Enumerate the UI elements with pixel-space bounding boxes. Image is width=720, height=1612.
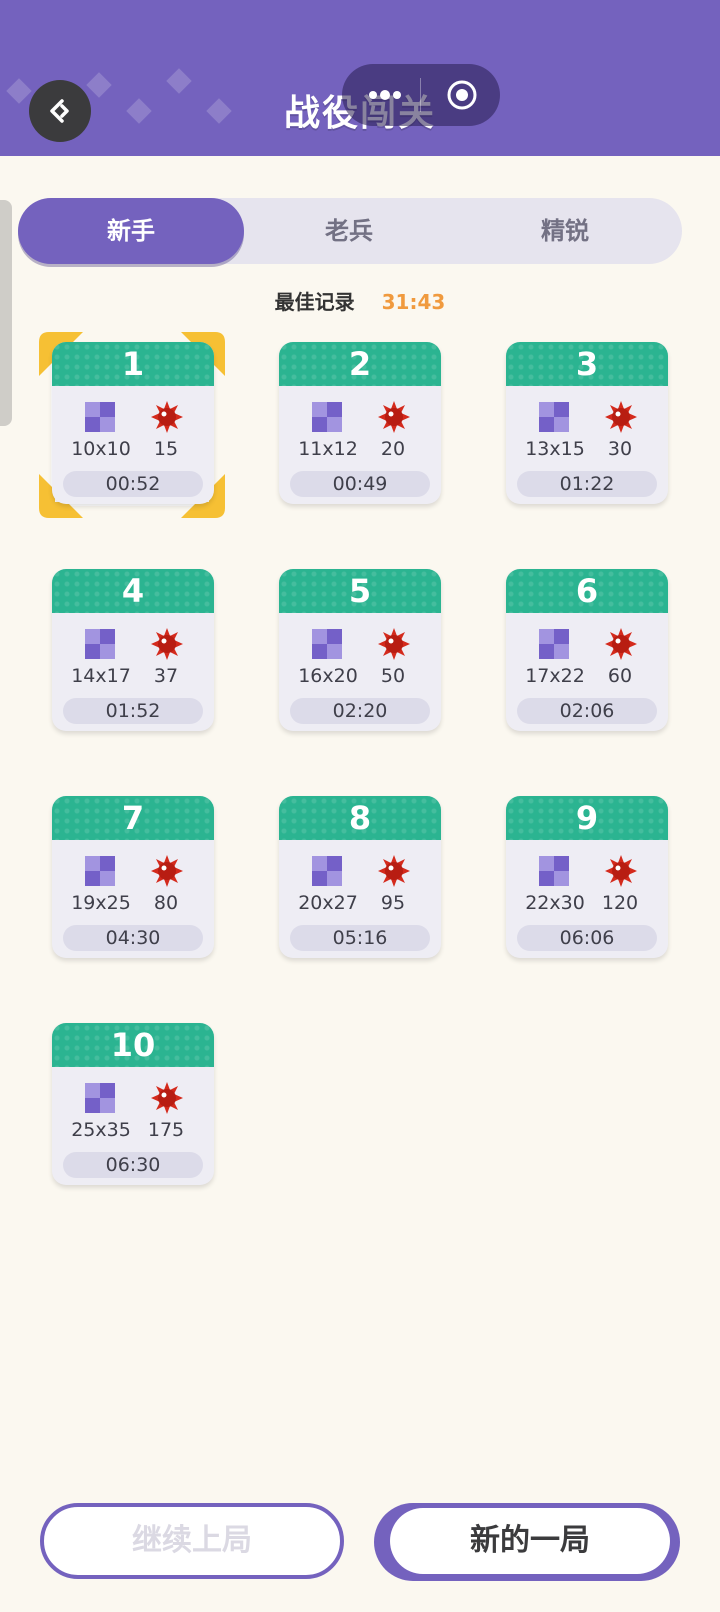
mine-count: 175 xyxy=(147,1119,185,1141)
level-card-3[interactable]: 3 13x15 30 01:22 xyxy=(506,342,668,504)
best-time: 06:06 xyxy=(517,925,657,951)
grid-icon xyxy=(539,629,569,659)
mine-icon xyxy=(151,401,183,433)
new-game-label: 新的一局 xyxy=(390,1508,670,1574)
grid-icon xyxy=(539,402,569,432)
tab-elite[interactable]: 精锐 xyxy=(460,198,670,264)
level-number: 5 xyxy=(348,572,372,610)
mine-count: 120 xyxy=(601,892,639,914)
mine-count: 20 xyxy=(380,438,406,460)
best-time: 01:52 xyxy=(63,698,203,724)
new-game-button[interactable]: 新的一局 xyxy=(374,1503,680,1581)
grid-icon xyxy=(85,1083,115,1113)
best-time: 04:30 xyxy=(63,925,203,951)
level-number: 7 xyxy=(121,799,145,837)
grid-icon xyxy=(312,402,342,432)
level-card-9[interactable]: 9 22x30 120 06:06 xyxy=(506,796,668,958)
mine-icon xyxy=(378,628,410,660)
header-bar: 战役闯关 xyxy=(0,0,720,162)
mine-count: 60 xyxy=(607,665,633,687)
mine-count: 80 xyxy=(153,892,179,914)
level-number: 10 xyxy=(110,1026,156,1064)
continue-game-button[interactable]: 继续上局 xyxy=(40,1503,344,1579)
grid-icon xyxy=(539,856,569,886)
grid-icon xyxy=(312,856,342,886)
level-card-10[interactable]: 10 25x35 175 06:30 xyxy=(52,1023,214,1185)
grid-icon xyxy=(312,629,342,659)
mine-icon xyxy=(151,855,183,887)
mine-count: 50 xyxy=(380,665,406,687)
level-card-8[interactable]: 8 20x27 95 05:16 xyxy=(279,796,441,958)
level-card-5[interactable]: 5 16x20 50 02:20 xyxy=(279,569,441,731)
mine-icon xyxy=(605,401,637,433)
difficulty-tabs: 新手 老兵 精锐 xyxy=(18,198,682,264)
best-time: 02:20 xyxy=(290,698,430,724)
mine-icon xyxy=(378,401,410,433)
mine-icon xyxy=(605,855,637,887)
close-target-icon[interactable] xyxy=(445,78,479,112)
best-record-label: 最佳记录 xyxy=(274,290,355,314)
best-time: 00:49 xyxy=(290,471,430,497)
mine-icon xyxy=(151,628,183,660)
level-number: 9 xyxy=(575,799,599,837)
mine-icon xyxy=(151,1082,183,1114)
best-time: 06:30 xyxy=(63,1152,203,1178)
level-card-6[interactable]: 6 17x22 60 02:06 xyxy=(506,569,668,731)
more-icon[interactable] xyxy=(368,83,402,107)
level-number: 8 xyxy=(348,799,372,837)
mine-count: 30 xyxy=(607,438,633,460)
mine-icon xyxy=(605,628,637,660)
level-card-1[interactable]: 1 10x10 15 00:52 xyxy=(52,342,214,504)
best-time: 02:06 xyxy=(517,698,657,724)
level-number: 6 xyxy=(575,572,599,610)
tab-veteran[interactable]: 老兵 xyxy=(244,198,454,264)
mine-count: 95 xyxy=(380,892,406,914)
level-number: 3 xyxy=(575,345,599,383)
grid-icon xyxy=(85,402,115,432)
grid-icon xyxy=(85,856,115,886)
best-time: 01:22 xyxy=(517,471,657,497)
level-number: 1 xyxy=(121,345,145,383)
level-number: 2 xyxy=(348,345,372,383)
best-time: 00:52 xyxy=(63,471,203,497)
grid-icon xyxy=(85,629,115,659)
tab-novice[interactable]: 新手 xyxy=(18,198,244,264)
mine-count: 15 xyxy=(153,438,179,460)
level-number: 4 xyxy=(121,572,145,610)
mini-program-capsule xyxy=(342,64,500,126)
best-record: 最佳记录 31:43 xyxy=(0,286,720,315)
mine-icon xyxy=(378,855,410,887)
best-record-time: 31:43 xyxy=(381,290,446,314)
level-card-2[interactable]: 2 11x12 20 00:49 xyxy=(279,342,441,504)
level-card-4[interactable]: 4 14x17 37 01:52 xyxy=(52,569,214,731)
level-card-7[interactable]: 7 19x25 80 04:30 xyxy=(52,796,214,958)
mine-count: 37 xyxy=(153,665,179,687)
best-time: 05:16 xyxy=(290,925,430,951)
